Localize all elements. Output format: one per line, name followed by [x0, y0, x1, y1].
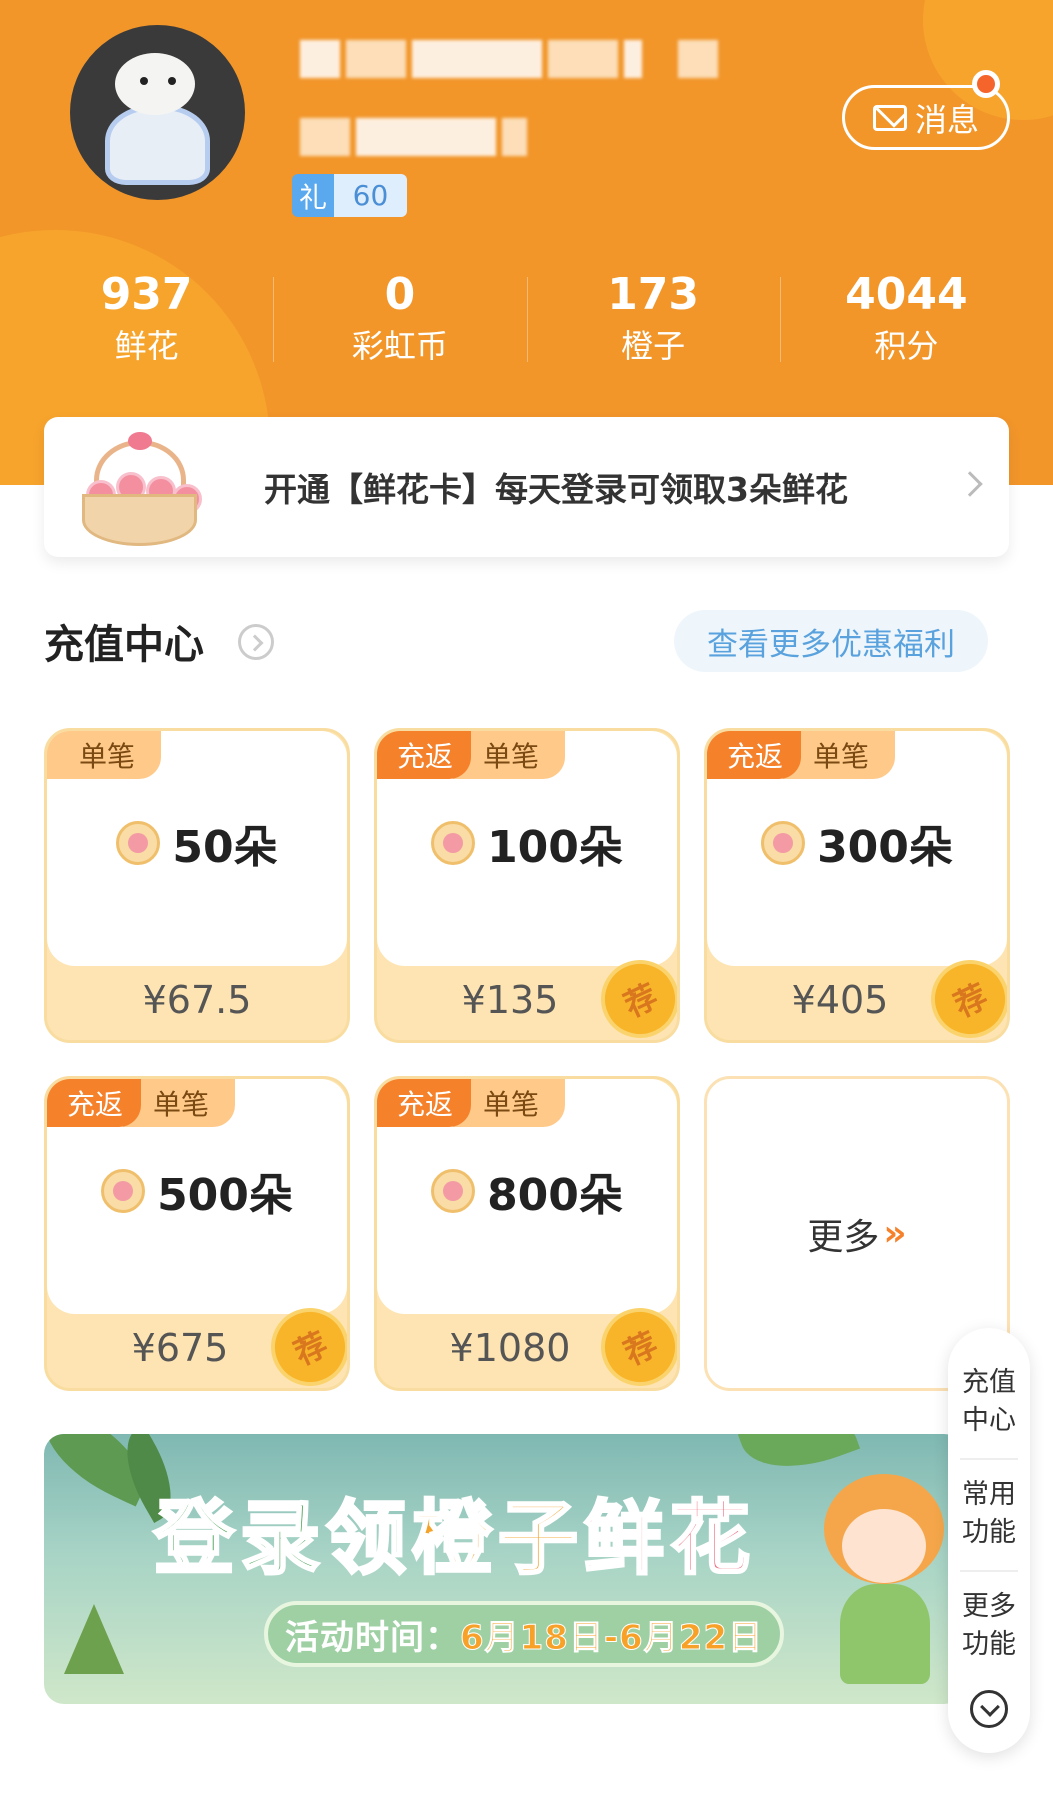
promo-banner[interactable]: 登录领橙子鲜花 活动时间： 6月18日-6月22日: [44, 1434, 964, 1704]
promo-date: 活动时间： 6月18日-6月22日: [264, 1601, 784, 1667]
promo-title: 登录领橙子鲜花: [153, 1491, 756, 1587]
stats-bar: 937 鲜花 0 彩虹币 173 橙子 4044 积分: [20, 265, 1033, 375]
gift-badge-label: 礼: [292, 174, 334, 217]
side-nav-common-functions[interactable]: 常用功能: [948, 1458, 1030, 1570]
package-amount: 300朵: [817, 822, 953, 873]
user-id-redacted: [300, 118, 527, 156]
tag-single: 单笔: [47, 731, 162, 779]
profile-header: 礼 60 消息 937 鲜花 0 彩虹币 173 橙子 4044 积分: [0, 0, 1053, 485]
chevron-right-icon: [957, 471, 983, 497]
flower-coin-icon: [431, 821, 476, 865]
username-redacted: [300, 40, 718, 78]
double-chevron-right-icon: »: [883, 1213, 907, 1254]
recharge-package-card[interactable]: 充返 单笔 300朵 ¥405 荐: [704, 728, 1010, 1043]
stat-value: 4044: [845, 269, 968, 320]
stat-flowers[interactable]: 937 鲜花: [20, 265, 273, 375]
floating-side-nav: 充值中心 常用功能 更多功能: [948, 1328, 1030, 1753]
recharge-package-card[interactable]: 充返 单笔 500朵 ¥675 荐: [44, 1076, 350, 1391]
flower-basket-icon: [72, 432, 207, 550]
more-deals-button[interactable]: 查看更多优惠福利: [674, 610, 988, 672]
mail-icon: [872, 104, 907, 131]
tag-cashback: 充返: [377, 731, 472, 779]
chevron-down-circle-icon[interactable]: [970, 1690, 1008, 1728]
flower-coin-icon: [431, 1169, 476, 1213]
avatar-dog-eye: [140, 77, 148, 85]
package-amount: 800朵: [487, 1170, 623, 1221]
tag-cashback: 充返: [377, 1079, 472, 1127]
avatar-dog-head: [115, 53, 195, 115]
avatar-dog-raincoat: [105, 105, 210, 185]
flower-coin-icon: [101, 1169, 146, 1213]
stat-rainbow-coins[interactable]: 0 彩虹币: [273, 265, 526, 375]
avatar-dog-eye: [168, 77, 176, 85]
package-amount: 500朵: [157, 1170, 293, 1221]
package-price: ¥67.5: [142, 978, 252, 1022]
recharge-package-card[interactable]: 单笔 50朵 ¥67.5: [44, 728, 350, 1043]
recharge-package-card[interactable]: 充返 单笔 800朵 ¥1080 荐: [374, 1076, 680, 1391]
flower-coin-icon: [116, 821, 161, 865]
tag-cashback: 充返: [707, 731, 802, 779]
stat-value: 0: [384, 269, 416, 320]
package-amount: 50朵: [172, 822, 278, 873]
tag-cashback: 充返: [47, 1079, 142, 1127]
flower-card-banner[interactable]: 开通【鲜花卡】每天登录可领取3朵鲜花: [44, 417, 1009, 557]
stat-label: 鲜花: [114, 327, 179, 365]
section-title[interactable]: 充值中心: [44, 612, 204, 670]
character-illustration: [814, 1464, 954, 1694]
flower-card-text: 开通【鲜花卡】每天登录可领取3朵鲜花: [264, 470, 848, 509]
side-nav-recharge[interactable]: 充值中心: [948, 1346, 1030, 1458]
zongzi-icon: [64, 1604, 124, 1674]
stat-label: 彩虹币: [351, 327, 448, 365]
level-value: 60: [334, 174, 407, 217]
stat-value: 173: [607, 269, 700, 320]
level-badge[interactable]: 礼 60: [292, 174, 407, 217]
more-label: 更多: [807, 1216, 880, 1258]
flower-coin-icon: [761, 821, 806, 865]
stat-points[interactable]: 4044 积分: [779, 265, 1033, 375]
circle-chevron-right-icon[interactable]: [238, 624, 274, 660]
package-amount: 100朵: [487, 822, 623, 873]
stat-label: 积分: [874, 327, 939, 365]
side-nav-more-functions[interactable]: 更多功能: [948, 1570, 1030, 1682]
notification-dot: [972, 70, 1000, 98]
stat-value: 937: [100, 269, 193, 320]
avatar[interactable]: [70, 25, 245, 200]
messages-label: 消息: [914, 100, 979, 139]
stat-oranges[interactable]: 173 橙子: [526, 265, 780, 375]
stat-label: 橙子: [621, 327, 686, 365]
recharge-package-card[interactable]: 充返 单笔 100朵 ¥135 荐: [374, 728, 680, 1043]
